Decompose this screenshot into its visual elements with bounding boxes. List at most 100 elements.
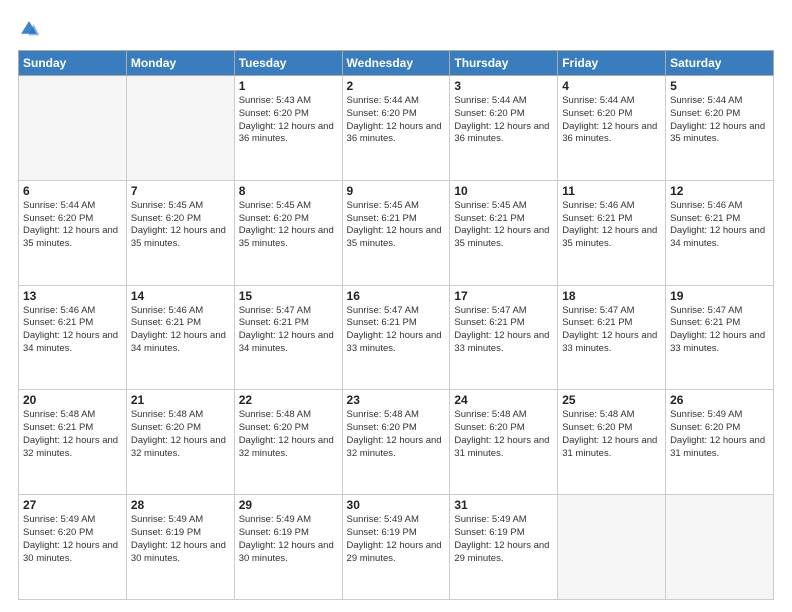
day-info: Sunrise: 5:45 AM Sunset: 6:21 PM Dayligh… bbox=[454, 200, 553, 251]
day-info: Sunrise: 5:46 AM Sunset: 6:21 PM Dayligh… bbox=[23, 305, 122, 356]
day-info: Sunrise: 5:49 AM Sunset: 6:19 PM Dayligh… bbox=[239, 514, 338, 565]
logo-icon bbox=[18, 18, 40, 40]
day-number: 31 bbox=[454, 498, 553, 512]
calendar-cell: 18Sunrise: 5:47 AM Sunset: 6:21 PM Dayli… bbox=[558, 285, 666, 390]
calendar-header-row: SundayMondayTuesdayWednesdayThursdayFrid… bbox=[19, 51, 774, 76]
day-info: Sunrise: 5:49 AM Sunset: 6:20 PM Dayligh… bbox=[23, 514, 122, 565]
day-info: Sunrise: 5:45 AM Sunset: 6:20 PM Dayligh… bbox=[131, 200, 230, 251]
calendar-cell: 20 Sunrise: 5:48 AM Sunset: 6:21 PM Dayli… bbox=[19, 390, 127, 495]
day-number: 11 bbox=[562, 184, 661, 198]
day-number: 19 bbox=[670, 289, 769, 303]
day-number: 21 bbox=[131, 393, 230, 407]
day-info: Sunrise: 5:47 AM Sunset: 6:21 PM Dayligh… bbox=[670, 305, 769, 356]
calendar-cell: 5 Sunrise: 5:44 AM Sunset: 6:20 PM Daylig… bbox=[666, 76, 774, 181]
day-info: Sunrise: 5:45 AM Sunset: 6:21 PM Dayligh… bbox=[347, 200, 446, 251]
day-info: Sunrise: 5:48 AM Sunset: 6:20 PM Dayligh… bbox=[562, 409, 661, 460]
calendar-cell: 16 Sunrise: 5:47 AM Sunset: 6:21 PM Dayli… bbox=[342, 285, 450, 390]
calendar-cell: 6 Sunrise: 5:44 AM Sunset: 6:20 PM Daylig… bbox=[19, 180, 127, 285]
day-number: 17 bbox=[454, 289, 553, 303]
calendar-cell: 28 Sunrise: 5:49 AM Sunset: 6:19 PM Dayli… bbox=[126, 495, 234, 600]
calendar-cell: 23 Sunrise: 5:48 AM Sunset: 6:20 PM Dayli… bbox=[342, 390, 450, 495]
logo bbox=[18, 18, 44, 40]
day-number: 26 bbox=[670, 393, 769, 407]
day-number: 29 bbox=[239, 498, 338, 512]
day-number: 18 bbox=[562, 289, 661, 303]
day-number: 1 bbox=[239, 79, 338, 93]
day-info: Sunrise: 5:45 AM Sunset: 6:20 PM Dayligh… bbox=[239, 200, 338, 251]
calendar-cell: 30 Sunrise: 5:49 AM Sunset: 6:19 PM Dayli… bbox=[342, 495, 450, 600]
day-number: 28 bbox=[131, 498, 230, 512]
calendar-table: SundayMondayTuesdayWednesdayThursdayFrid… bbox=[18, 50, 774, 600]
day-number: 15 bbox=[239, 289, 338, 303]
day-info: Sunrise: 5:49 AM Sunset: 6:19 PM Dayligh… bbox=[454, 514, 553, 565]
day-info: Sunrise: 5:48 AM Sunset: 6:21 PM Dayligh… bbox=[23, 409, 122, 460]
calendar-header-monday: Monday bbox=[126, 51, 234, 76]
day-info: Sunrise: 5:47 AM Sunset: 6:21 PM Dayligh… bbox=[454, 305, 553, 356]
day-info: Sunrise: 5:48 AM Sunset: 6:20 PM Dayligh… bbox=[131, 409, 230, 460]
page: SundayMondayTuesdayWednesdayThursdayFrid… bbox=[0, 0, 792, 612]
day-number: 5 bbox=[670, 79, 769, 93]
day-info: Sunrise: 5:43 AM Sunset: 6:20 PM Dayligh… bbox=[239, 95, 338, 146]
day-number: 14 bbox=[131, 289, 230, 303]
day-info: Sunrise: 5:47 AM Sunset: 6:21 PM Dayligh… bbox=[347, 305, 446, 356]
day-number: 23 bbox=[347, 393, 446, 407]
calendar-week-row: 1 Sunrise: 5:43 AM Sunset: 6:20 PM Daylig… bbox=[19, 76, 774, 181]
day-info: Sunrise: 5:44 AM Sunset: 6:20 PM Dayligh… bbox=[23, 200, 122, 251]
day-number: 10 bbox=[454, 184, 553, 198]
day-info: Sunrise: 5:44 AM Sunset: 6:20 PM Dayligh… bbox=[670, 95, 769, 146]
calendar-cell bbox=[666, 495, 774, 600]
day-number: 12 bbox=[670, 184, 769, 198]
day-number: 16 bbox=[347, 289, 446, 303]
calendar-cell: 10 Sunrise: 5:45 AM Sunset: 6:21 PM Dayli… bbox=[450, 180, 558, 285]
day-info: Sunrise: 5:44 AM Sunset: 6:20 PM Dayligh… bbox=[454, 95, 553, 146]
day-number: 30 bbox=[347, 498, 446, 512]
day-number: 27 bbox=[23, 498, 122, 512]
calendar-week-row: 6 Sunrise: 5:44 AM Sunset: 6:20 PM Daylig… bbox=[19, 180, 774, 285]
calendar-cell: 31 Sunrise: 5:49 AM Sunset: 6:19 PM Dayli… bbox=[450, 495, 558, 600]
day-info: Sunrise: 5:46 AM Sunset: 6:21 PM Dayligh… bbox=[562, 200, 661, 251]
calendar-cell: 12Sunrise: 5:46 AM Sunset: 6:21 PM Dayli… bbox=[666, 180, 774, 285]
day-number: 4 bbox=[562, 79, 661, 93]
calendar-header-tuesday: Tuesday bbox=[234, 51, 342, 76]
calendar-cell: 7Sunrise: 5:45 AM Sunset: 6:20 PM Daylig… bbox=[126, 180, 234, 285]
day-info: Sunrise: 5:49 AM Sunset: 6:19 PM Dayligh… bbox=[131, 514, 230, 565]
day-info: Sunrise: 5:49 AM Sunset: 6:19 PM Dayligh… bbox=[347, 514, 446, 565]
calendar-cell: 25Sunrise: 5:48 AM Sunset: 6:20 PM Dayli… bbox=[558, 390, 666, 495]
calendar-cell: 14 Sunrise: 5:46 AM Sunset: 6:21 PM Dayli… bbox=[126, 285, 234, 390]
day-number: 24 bbox=[454, 393, 553, 407]
day-number: 8 bbox=[239, 184, 338, 198]
day-info: Sunrise: 5:48 AM Sunset: 6:20 PM Dayligh… bbox=[239, 409, 338, 460]
day-info: Sunrise: 5:47 AM Sunset: 6:21 PM Dayligh… bbox=[239, 305, 338, 356]
calendar-cell: 9 Sunrise: 5:45 AM Sunset: 6:21 PM Daylig… bbox=[342, 180, 450, 285]
calendar-cell: 17 Sunrise: 5:47 AM Sunset: 6:21 PM Dayli… bbox=[450, 285, 558, 390]
day-info: Sunrise: 5:46 AM Sunset: 6:21 PM Dayligh… bbox=[131, 305, 230, 356]
day-number: 3 bbox=[454, 79, 553, 93]
calendar-week-row: 20 Sunrise: 5:48 AM Sunset: 6:21 PM Dayli… bbox=[19, 390, 774, 495]
day-info: Sunrise: 5:49 AM Sunset: 6:20 PM Dayligh… bbox=[670, 409, 769, 460]
calendar-cell: 19 Sunrise: 5:47 AM Sunset: 6:21 PM Dayli… bbox=[666, 285, 774, 390]
calendar-header-wednesday: Wednesday bbox=[342, 51, 450, 76]
calendar-week-row: 27 Sunrise: 5:49 AM Sunset: 6:20 PM Dayli… bbox=[19, 495, 774, 600]
day-number: 2 bbox=[347, 79, 446, 93]
calendar-cell: 2Sunrise: 5:44 AM Sunset: 6:20 PM Daylig… bbox=[342, 76, 450, 181]
calendar-header-sunday: Sunday bbox=[19, 51, 127, 76]
calendar-cell: 21 Sunrise: 5:48 AM Sunset: 6:20 PM Dayli… bbox=[126, 390, 234, 495]
calendar-cell bbox=[126, 76, 234, 181]
calendar-header-thursday: Thursday bbox=[450, 51, 558, 76]
day-number: 20 bbox=[23, 393, 122, 407]
header bbox=[18, 18, 774, 40]
day-number: 9 bbox=[347, 184, 446, 198]
calendar-cell: 11 Sunrise: 5:46 AM Sunset: 6:21 PM Dayli… bbox=[558, 180, 666, 285]
calendar-cell bbox=[19, 76, 127, 181]
calendar-cell: 13Sunrise: 5:46 AM Sunset: 6:21 PM Dayli… bbox=[19, 285, 127, 390]
calendar-cell: 8 Sunrise: 5:45 AM Sunset: 6:20 PM Daylig… bbox=[234, 180, 342, 285]
day-number: 6 bbox=[23, 184, 122, 198]
calendar-cell: 22Sunrise: 5:48 AM Sunset: 6:20 PM Dayli… bbox=[234, 390, 342, 495]
calendar-header-saturday: Saturday bbox=[666, 51, 774, 76]
day-info: Sunrise: 5:48 AM Sunset: 6:20 PM Dayligh… bbox=[454, 409, 553, 460]
day-info: Sunrise: 5:48 AM Sunset: 6:20 PM Dayligh… bbox=[347, 409, 446, 460]
calendar-cell: 24 Sunrise: 5:48 AM Sunset: 6:20 PM Dayli… bbox=[450, 390, 558, 495]
calendar-cell bbox=[558, 495, 666, 600]
calendar-cell: 3 Sunrise: 5:44 AM Sunset: 6:20 PM Daylig… bbox=[450, 76, 558, 181]
calendar-cell: 4Sunrise: 5:44 AM Sunset: 6:20 PM Daylig… bbox=[558, 76, 666, 181]
